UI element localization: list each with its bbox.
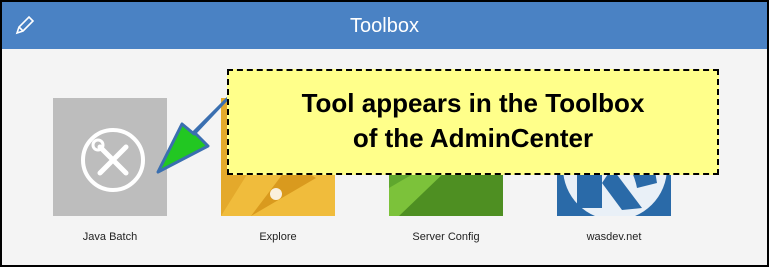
tool-label-wasdev[interactable]: wasdev.net [539, 231, 689, 243]
annotation-callout: Tool appears in the Toolbox of the Admin… [227, 69, 719, 175]
toolbox-header: Toolbox [2, 2, 767, 49]
callout-line-1: Tool appears in the Toolbox [301, 88, 645, 118]
tool-label-server-config[interactable]: Server Config [371, 231, 521, 243]
page-title: Toolbox [350, 15, 419, 37]
tool-label-explore[interactable]: Explore [203, 231, 353, 243]
callout-line-2: of the AdminCenter [352, 123, 594, 153]
toolbox-frame: Toolbox Java Batch Explore Server Config [0, 0, 769, 267]
tool-label-java-batch[interactable]: Java Batch [35, 231, 185, 243]
